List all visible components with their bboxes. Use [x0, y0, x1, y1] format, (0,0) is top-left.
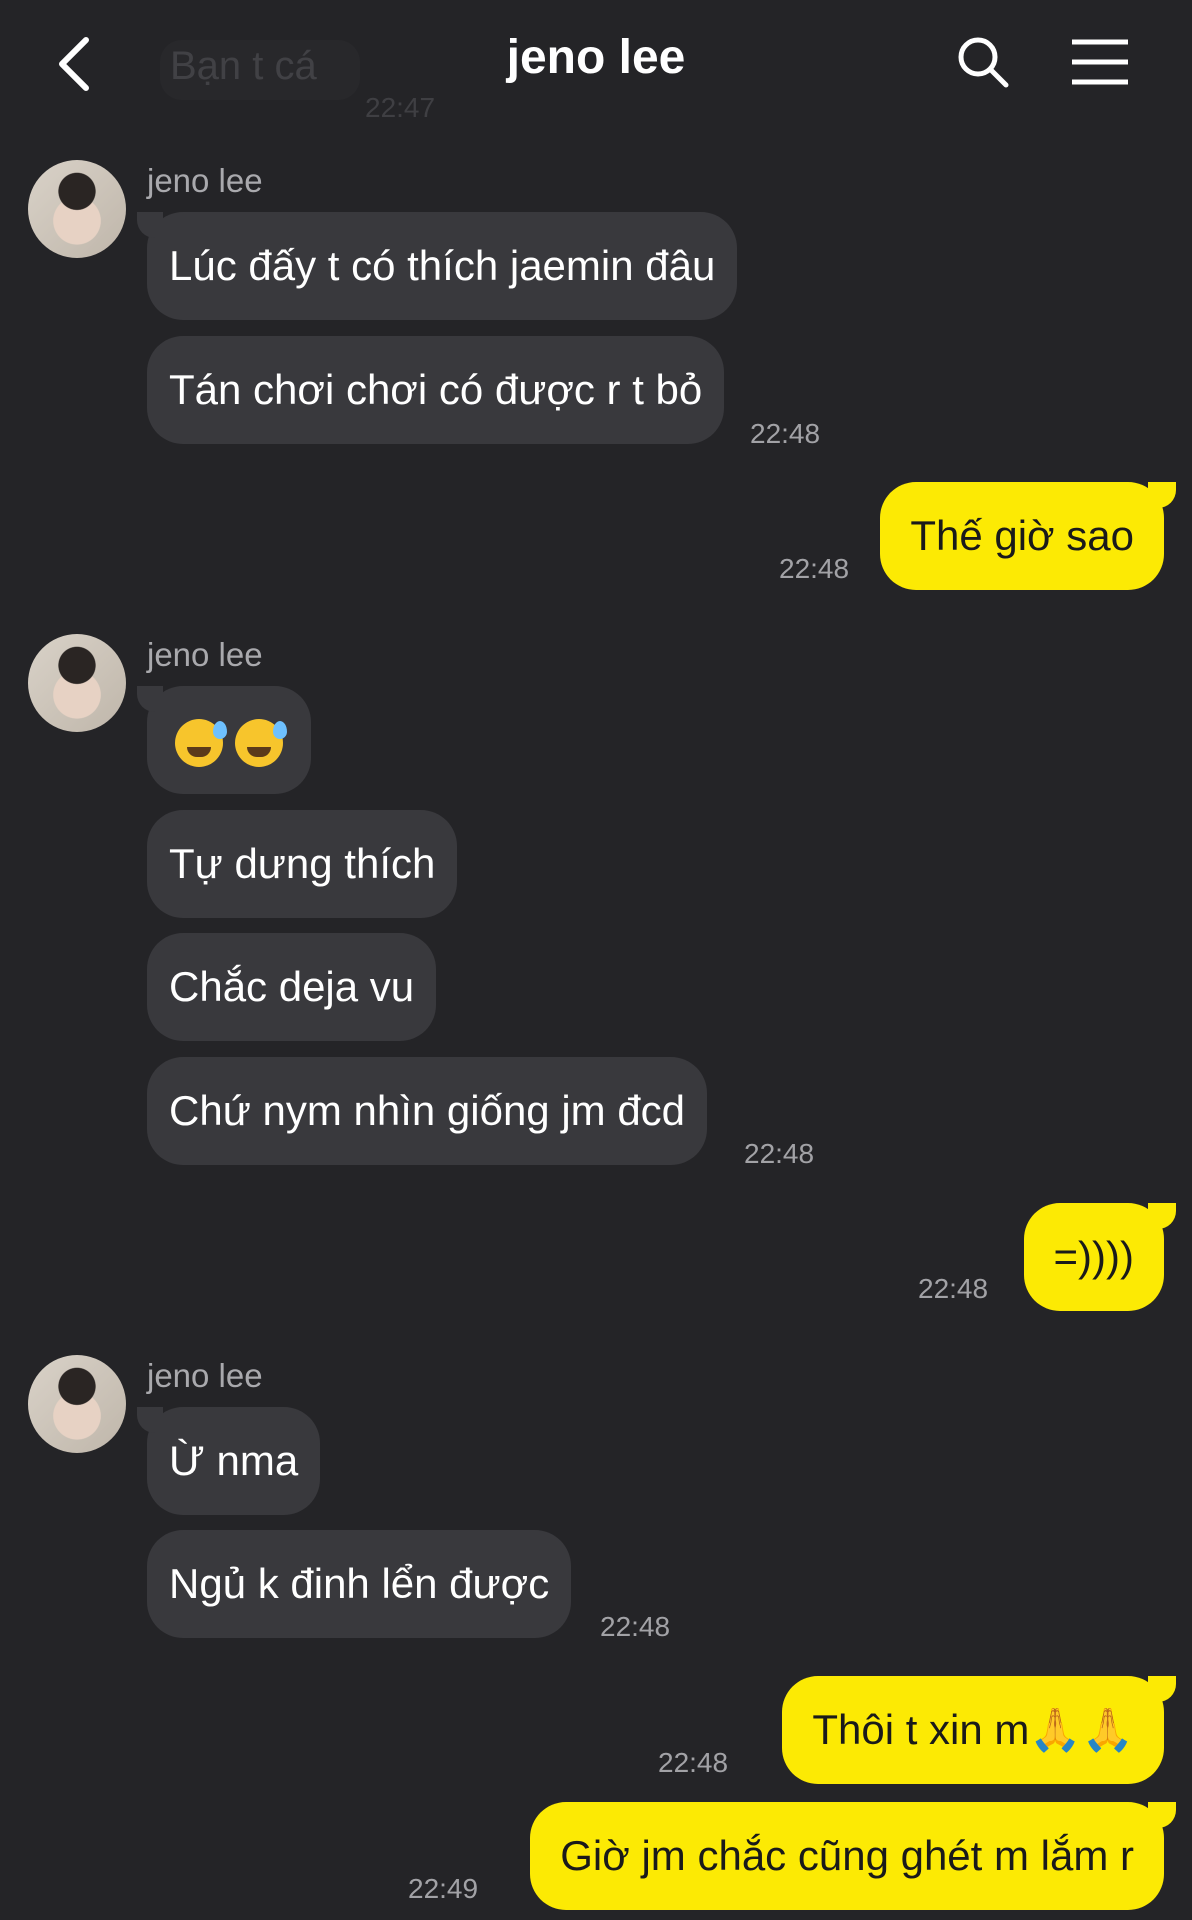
sweat-smile-emoji-icon	[235, 718, 287, 767]
incoming-message[interactable]: Chứ nym nhìn giống jm đcd	[147, 1057, 708, 1165]
menu-icon[interactable]	[1070, 38, 1130, 86]
message-time: 22:48	[658, 1747, 729, 1778]
sender-name: jeno lee	[147, 1357, 263, 1394]
sweat-smile-emoji-icon	[175, 718, 227, 767]
search-icon[interactable]	[955, 34, 1011, 90]
incoming-message[interactable]: Tự dưng thích	[147, 810, 458, 918]
outgoing-message[interactable]: Thôi t xin m🙏🙏	[782, 1676, 1176, 1784]
faded-message-time: 22:47	[365, 92, 436, 123]
message-time: 22:48	[600, 1611, 671, 1642]
sender-avatar[interactable]	[28, 1355, 126, 1453]
message-time: 22:48	[750, 418, 821, 449]
message-time: 22:49	[408, 1873, 479, 1904]
incoming-message[interactable]: Chắc deja vu	[147, 933, 437, 1041]
chat-title: jeno lee	[506, 31, 686, 84]
outgoing-message[interactable]: Thế giờ sao	[880, 482, 1176, 590]
incoming-message[interactable]: Ngủ k đinh lển được	[147, 1530, 572, 1638]
message-time: 22:48	[779, 553, 850, 584]
sender-avatar[interactable]	[28, 160, 126, 258]
message-time: 22:48	[744, 1138, 815, 1169]
sender-name: jeno lee	[147, 162, 263, 199]
sender-avatar[interactable]	[28, 634, 126, 732]
incoming-message[interactable]: Tán chơi chơi có được r t bỏ	[147, 336, 725, 444]
sender-name: jeno lee	[147, 636, 263, 673]
outgoing-message[interactable]: =))))	[1023, 1203, 1177, 1311]
incoming-message[interactable]: Lúc đấy t có thích jaemin đâu	[136, 212, 738, 320]
message-time: 22:48	[918, 1273, 989, 1304]
outgoing-message[interactable]: Giờ jm chắc cũng ghét m lắm r	[530, 1802, 1176, 1910]
incoming-message[interactable]: Ừ nma	[136, 1407, 321, 1515]
incoming-emoji-message[interactable]	[137, 686, 311, 794]
